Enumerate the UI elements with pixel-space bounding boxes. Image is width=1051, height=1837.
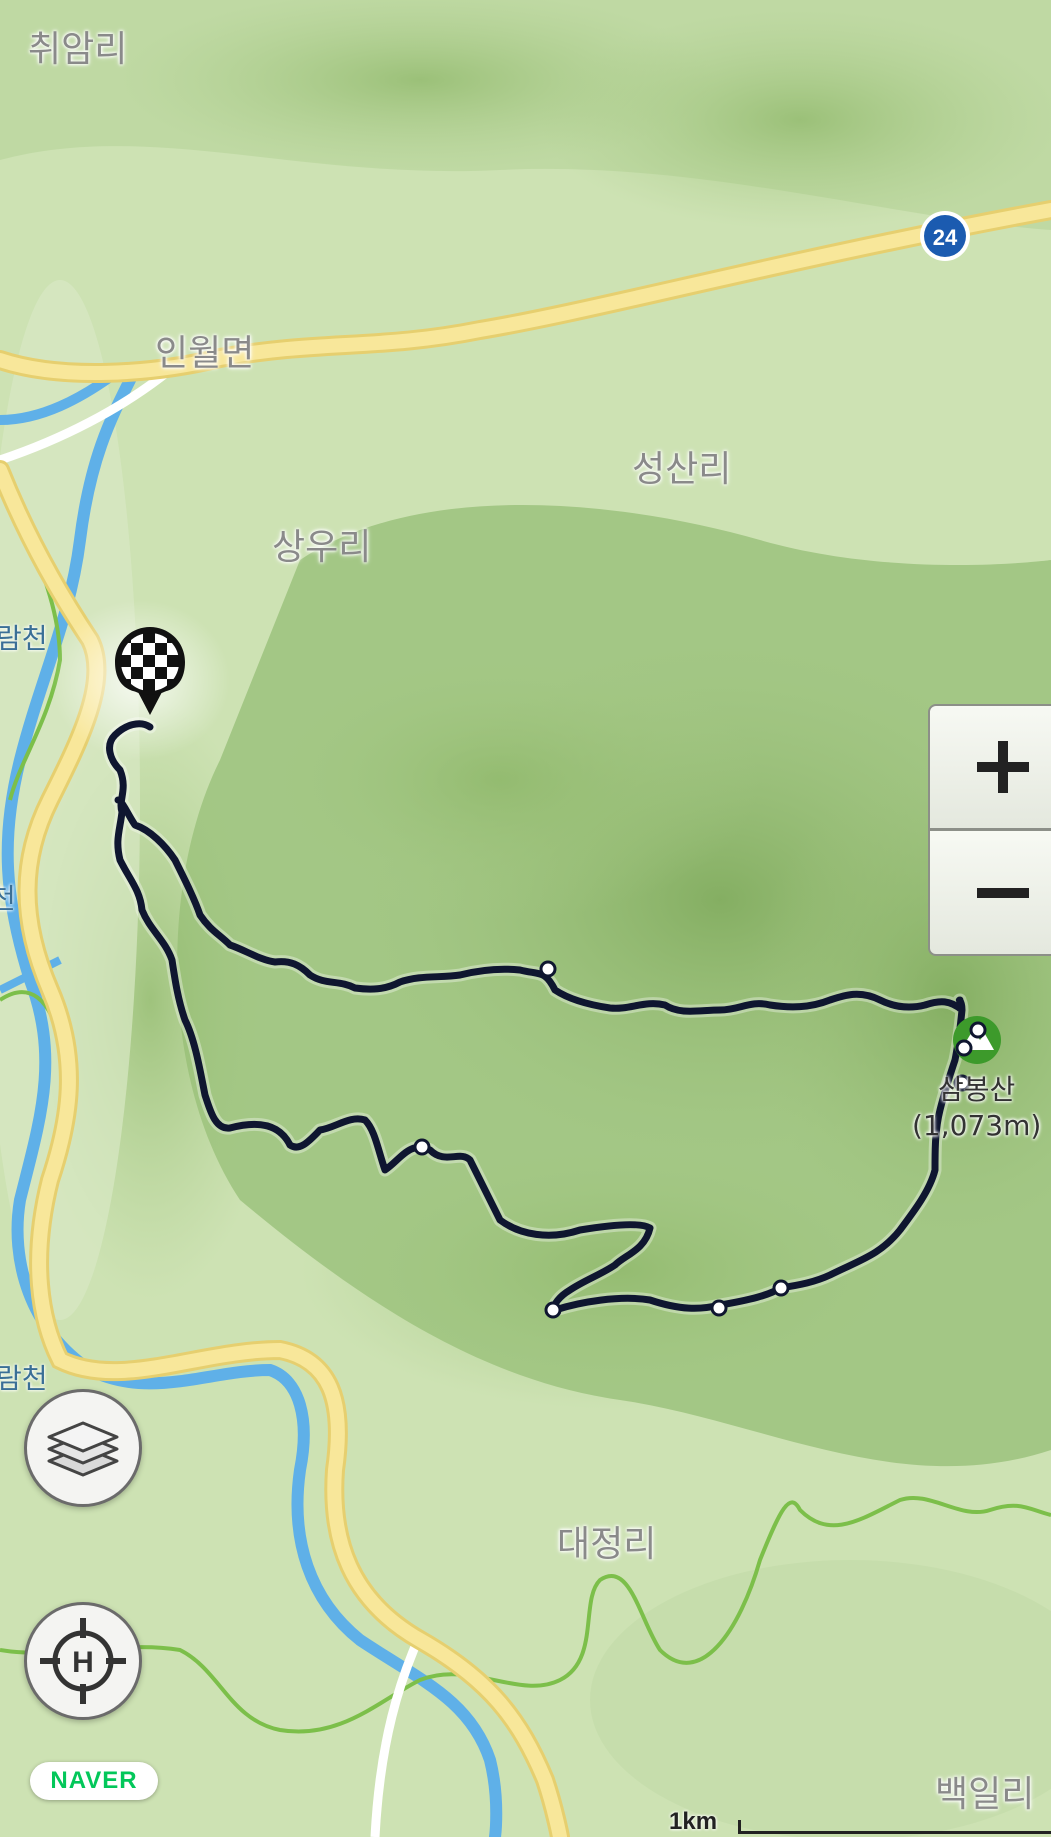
river-label-ramcheon: 람천 — [0, 622, 48, 655]
home-locate-button[interactable]: H — [24, 1602, 142, 1720]
terrain-hill — [540, 10, 1051, 230]
place-label-sangu: 상우리 — [272, 527, 372, 568]
zoom-in-button[interactable] — [928, 704, 1051, 830]
waypoint[interactable] — [413, 1138, 431, 1156]
place-label-baegil: 백일리 — [935, 1774, 1035, 1815]
place-label-inwol: 인월면 — [155, 333, 255, 374]
zoom-out-button[interactable] — [928, 830, 1051, 956]
place-label-daejeong: 대정리 — [557, 1524, 657, 1565]
peak-name: 삼봉산 — [938, 1073, 1016, 1106]
crosshair-h-icon: H — [40, 1618, 126, 1704]
waypoint[interactable] — [710, 1299, 728, 1317]
zoom-control — [928, 704, 1051, 958]
river-label-ramcheon-partial: 천 — [0, 882, 16, 915]
scale-bar — [738, 1820, 1051, 1834]
map-canvas[interactable]: 24 취암리 인월면 성산리 상우리 대정리 백일리 람천 천 람천 삼봉산 (… — [0, 0, 1051, 1837]
peak-marker[interactable] — [953, 1016, 1001, 1064]
place-label-chwiam: 취암리 — [28, 29, 128, 70]
terrain-hill — [240, 640, 760, 920]
route-24-number: 24 — [933, 225, 958, 250]
waypoint[interactable] — [772, 1279, 790, 1297]
peak-elevation: (1,073m) — [912, 1109, 1042, 1142]
layers-button[interactable] — [24, 1389, 142, 1507]
scale-label: 1km — [669, 1808, 718, 1835]
plus-icon — [977, 741, 1029, 793]
naver-logo: NAVER — [30, 1762, 158, 1800]
layers-icon — [47, 1421, 119, 1477]
waypoint[interactable] — [539, 960, 557, 978]
peak-label: 삼봉산 (1,073m) — [912, 1072, 1041, 1144]
map-layer: 24 — [0, 0, 1051, 1837]
waypoint[interactable] — [544, 1301, 562, 1319]
place-label-seongsan: 성산리 — [632, 449, 732, 490]
route-24-shield: 24 — [920, 211, 970, 261]
svg-text:H: H — [72, 1646, 94, 1679]
minus-icon — [977, 887, 1029, 898]
river-label-ramcheon-lower: 람천 — [0, 1362, 48, 1395]
